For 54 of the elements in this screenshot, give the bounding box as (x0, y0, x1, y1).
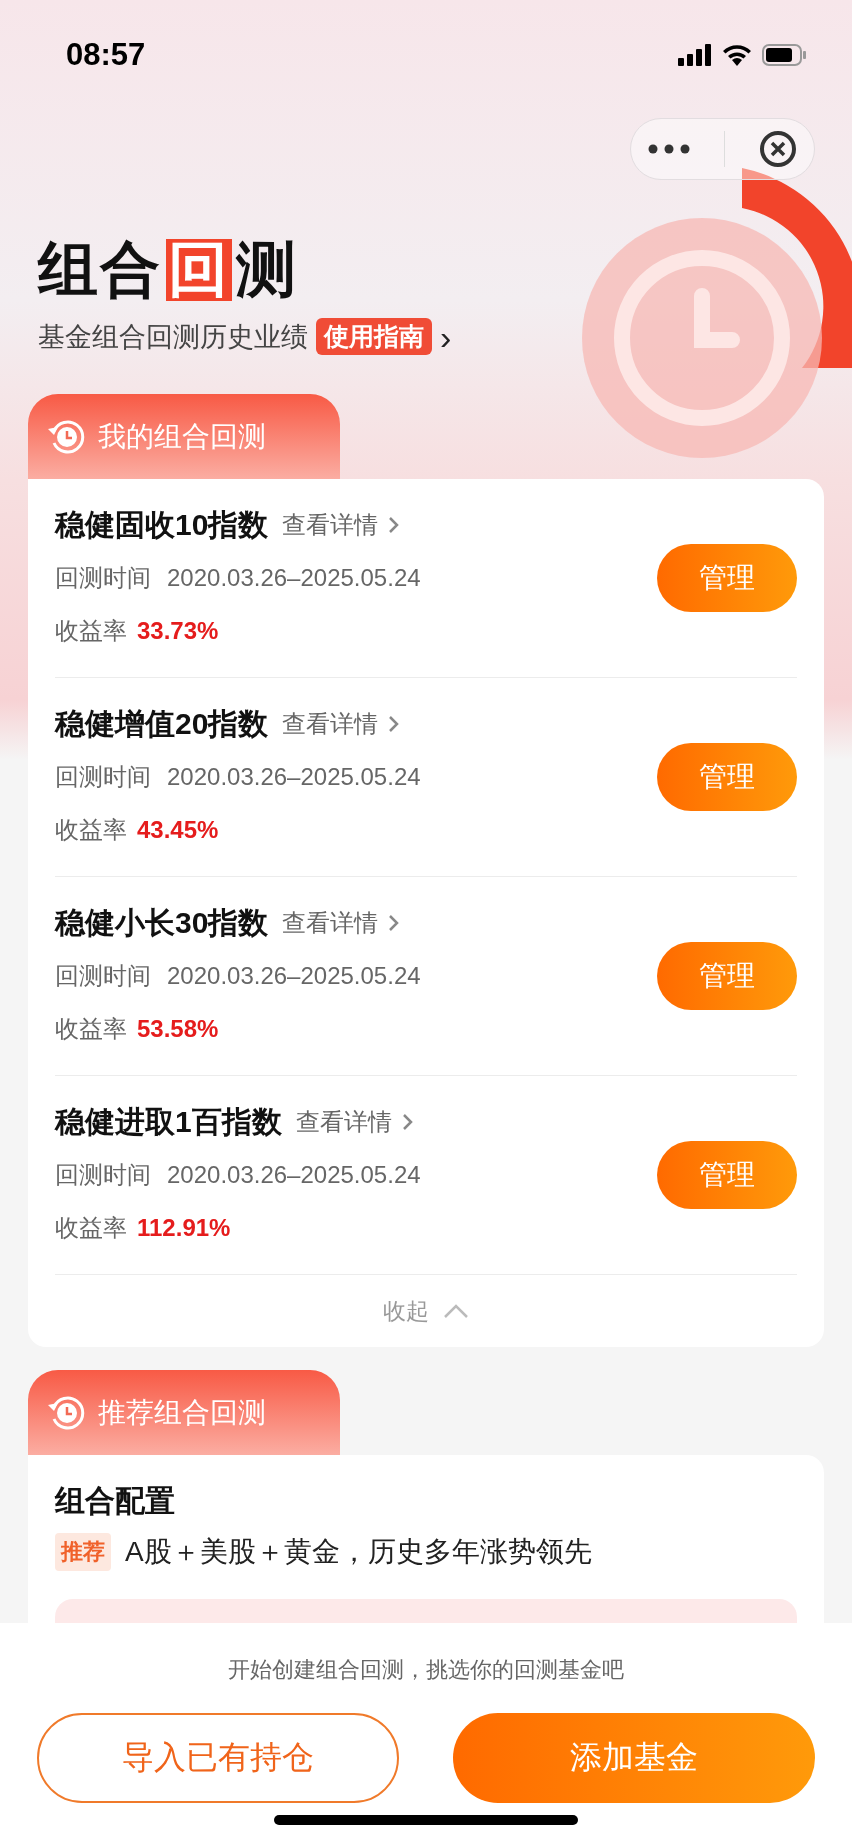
chevron-icon[interactable] (388, 715, 401, 733)
page-title: 测 (236, 236, 298, 304)
config-description: A股＋美股＋黄金，历史多年涨势领先 (125, 1535, 592, 1569)
return-label: 收益率 (55, 616, 127, 646)
period-label: 回测时间 (55, 563, 151, 593)
chevron-icon[interactable] (388, 914, 401, 932)
wifi-icon (722, 44, 752, 66)
config-title: 组合配置 (55, 1483, 176, 1519)
portfolio-name: 稳健增值20指数 (55, 705, 269, 742)
battery-icon (762, 44, 806, 66)
manage-button[interactable]: 管理 (657, 1141, 797, 1209)
chevron-icon[interactable] (443, 1303, 469, 1319)
page-title: 组合 (38, 236, 162, 304)
portfolio-name: 稳健小长30指数 (55, 904, 269, 941)
title-highlight: 回 (166, 239, 232, 301)
guide-link[interactable]: 使用指南 (316, 318, 432, 355)
add-fund-button[interactable]: 添加基金 (453, 1713, 815, 1803)
portfolio-name: 稳健固收10指数 (55, 506, 269, 543)
hint-text: 开始创建组合回测，挑选你的回测基金吧 (228, 1656, 624, 1684)
return-label: 收益率 (55, 815, 127, 845)
import-button[interactable]: 导入已有持仓 (37, 1713, 399, 1803)
manage-button[interactable]: 管理 (657, 942, 797, 1010)
section-title: 推荐组合回测 (98, 1395, 266, 1430)
section-title: 我的组合回测 (98, 419, 266, 454)
chevron-icon[interactable] (401, 1113, 414, 1131)
signal-icon (678, 44, 712, 66)
portfolio-name: 稳健进取1百指数 (55, 1103, 282, 1140)
chevron-icon[interactable] (388, 516, 401, 534)
manage-button[interactable]: 管理 (657, 743, 797, 811)
return-value: 112.91% (137, 1214, 231, 1242)
status-time: 08:57 (66, 37, 146, 73)
recommend-tag: 推荐 (55, 1533, 111, 1571)
details-link[interactable]: 查看详情 (282, 708, 379, 740)
return-value: 53.58% (137, 1015, 219, 1043)
manage-button[interactable]: 管理 (657, 544, 797, 612)
subtitle: 基金组合回测历史业绩 (38, 320, 308, 354)
more-icon[interactable] (648, 144, 690, 154)
period-value: 2020.03.26–2025.05.24 (167, 564, 421, 592)
return-value: 33.73% (137, 617, 219, 645)
close-icon[interactable] (759, 130, 797, 168)
period-label: 回测时间 (55, 961, 151, 991)
period-value: 2020.03.26–2025.05.24 (167, 962, 421, 990)
collapse-link[interactable]: 收起 (383, 1295, 429, 1327)
period-value: 2020.03.26–2025.05.24 (167, 1161, 421, 1189)
return-label: 收益率 (55, 1014, 127, 1044)
return-label: 收益率 (55, 1213, 127, 1243)
details-link[interactable]: 查看详情 (282, 509, 379, 541)
period-value: 2020.03.26–2025.05.24 (167, 763, 421, 791)
chevron-icon[interactable]: › (440, 319, 452, 354)
return-value: 43.45% (137, 816, 219, 844)
period-label: 回测时间 (55, 1160, 151, 1190)
details-link[interactable]: 查看详情 (295, 1106, 392, 1138)
details-link[interactable]: 查看详情 (282, 907, 379, 939)
period-label: 回测时间 (55, 762, 151, 792)
